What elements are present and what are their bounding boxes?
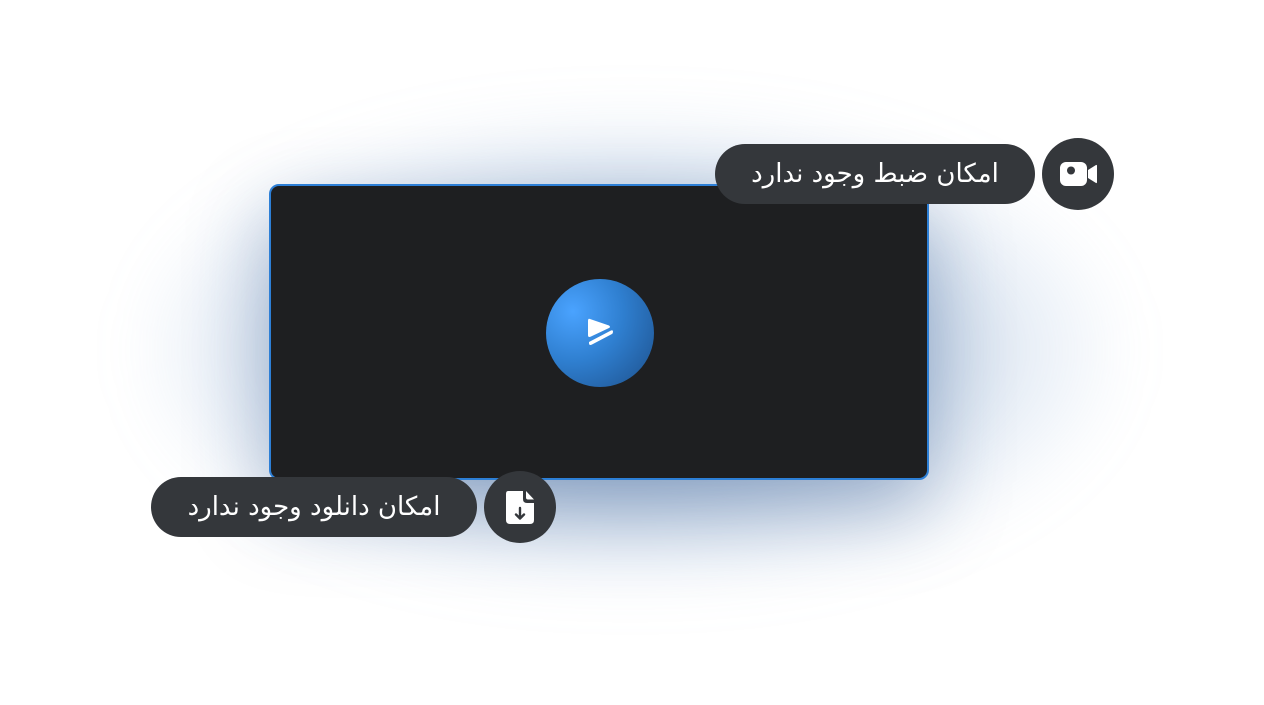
no-download-notice: امکان دانلود وجود ندارد xyxy=(151,477,477,537)
video-camera-badge xyxy=(1042,138,1114,210)
no-recording-label: امکان ضبط وجود ندارد xyxy=(751,159,999,189)
file-download-badge xyxy=(484,471,556,543)
no-recording-notice: امکان ضبط وجود ندارد xyxy=(715,144,1035,204)
play-button[interactable] xyxy=(546,279,654,387)
stage: امکان ضبط وجود ندارد امکان دانلود وجود ن… xyxy=(0,0,1264,705)
file-download-icon xyxy=(506,491,534,524)
no-download-label: امکان دانلود وجود ندارد xyxy=(187,492,441,522)
play-icon xyxy=(588,318,613,345)
video-camera-icon xyxy=(1060,162,1097,186)
